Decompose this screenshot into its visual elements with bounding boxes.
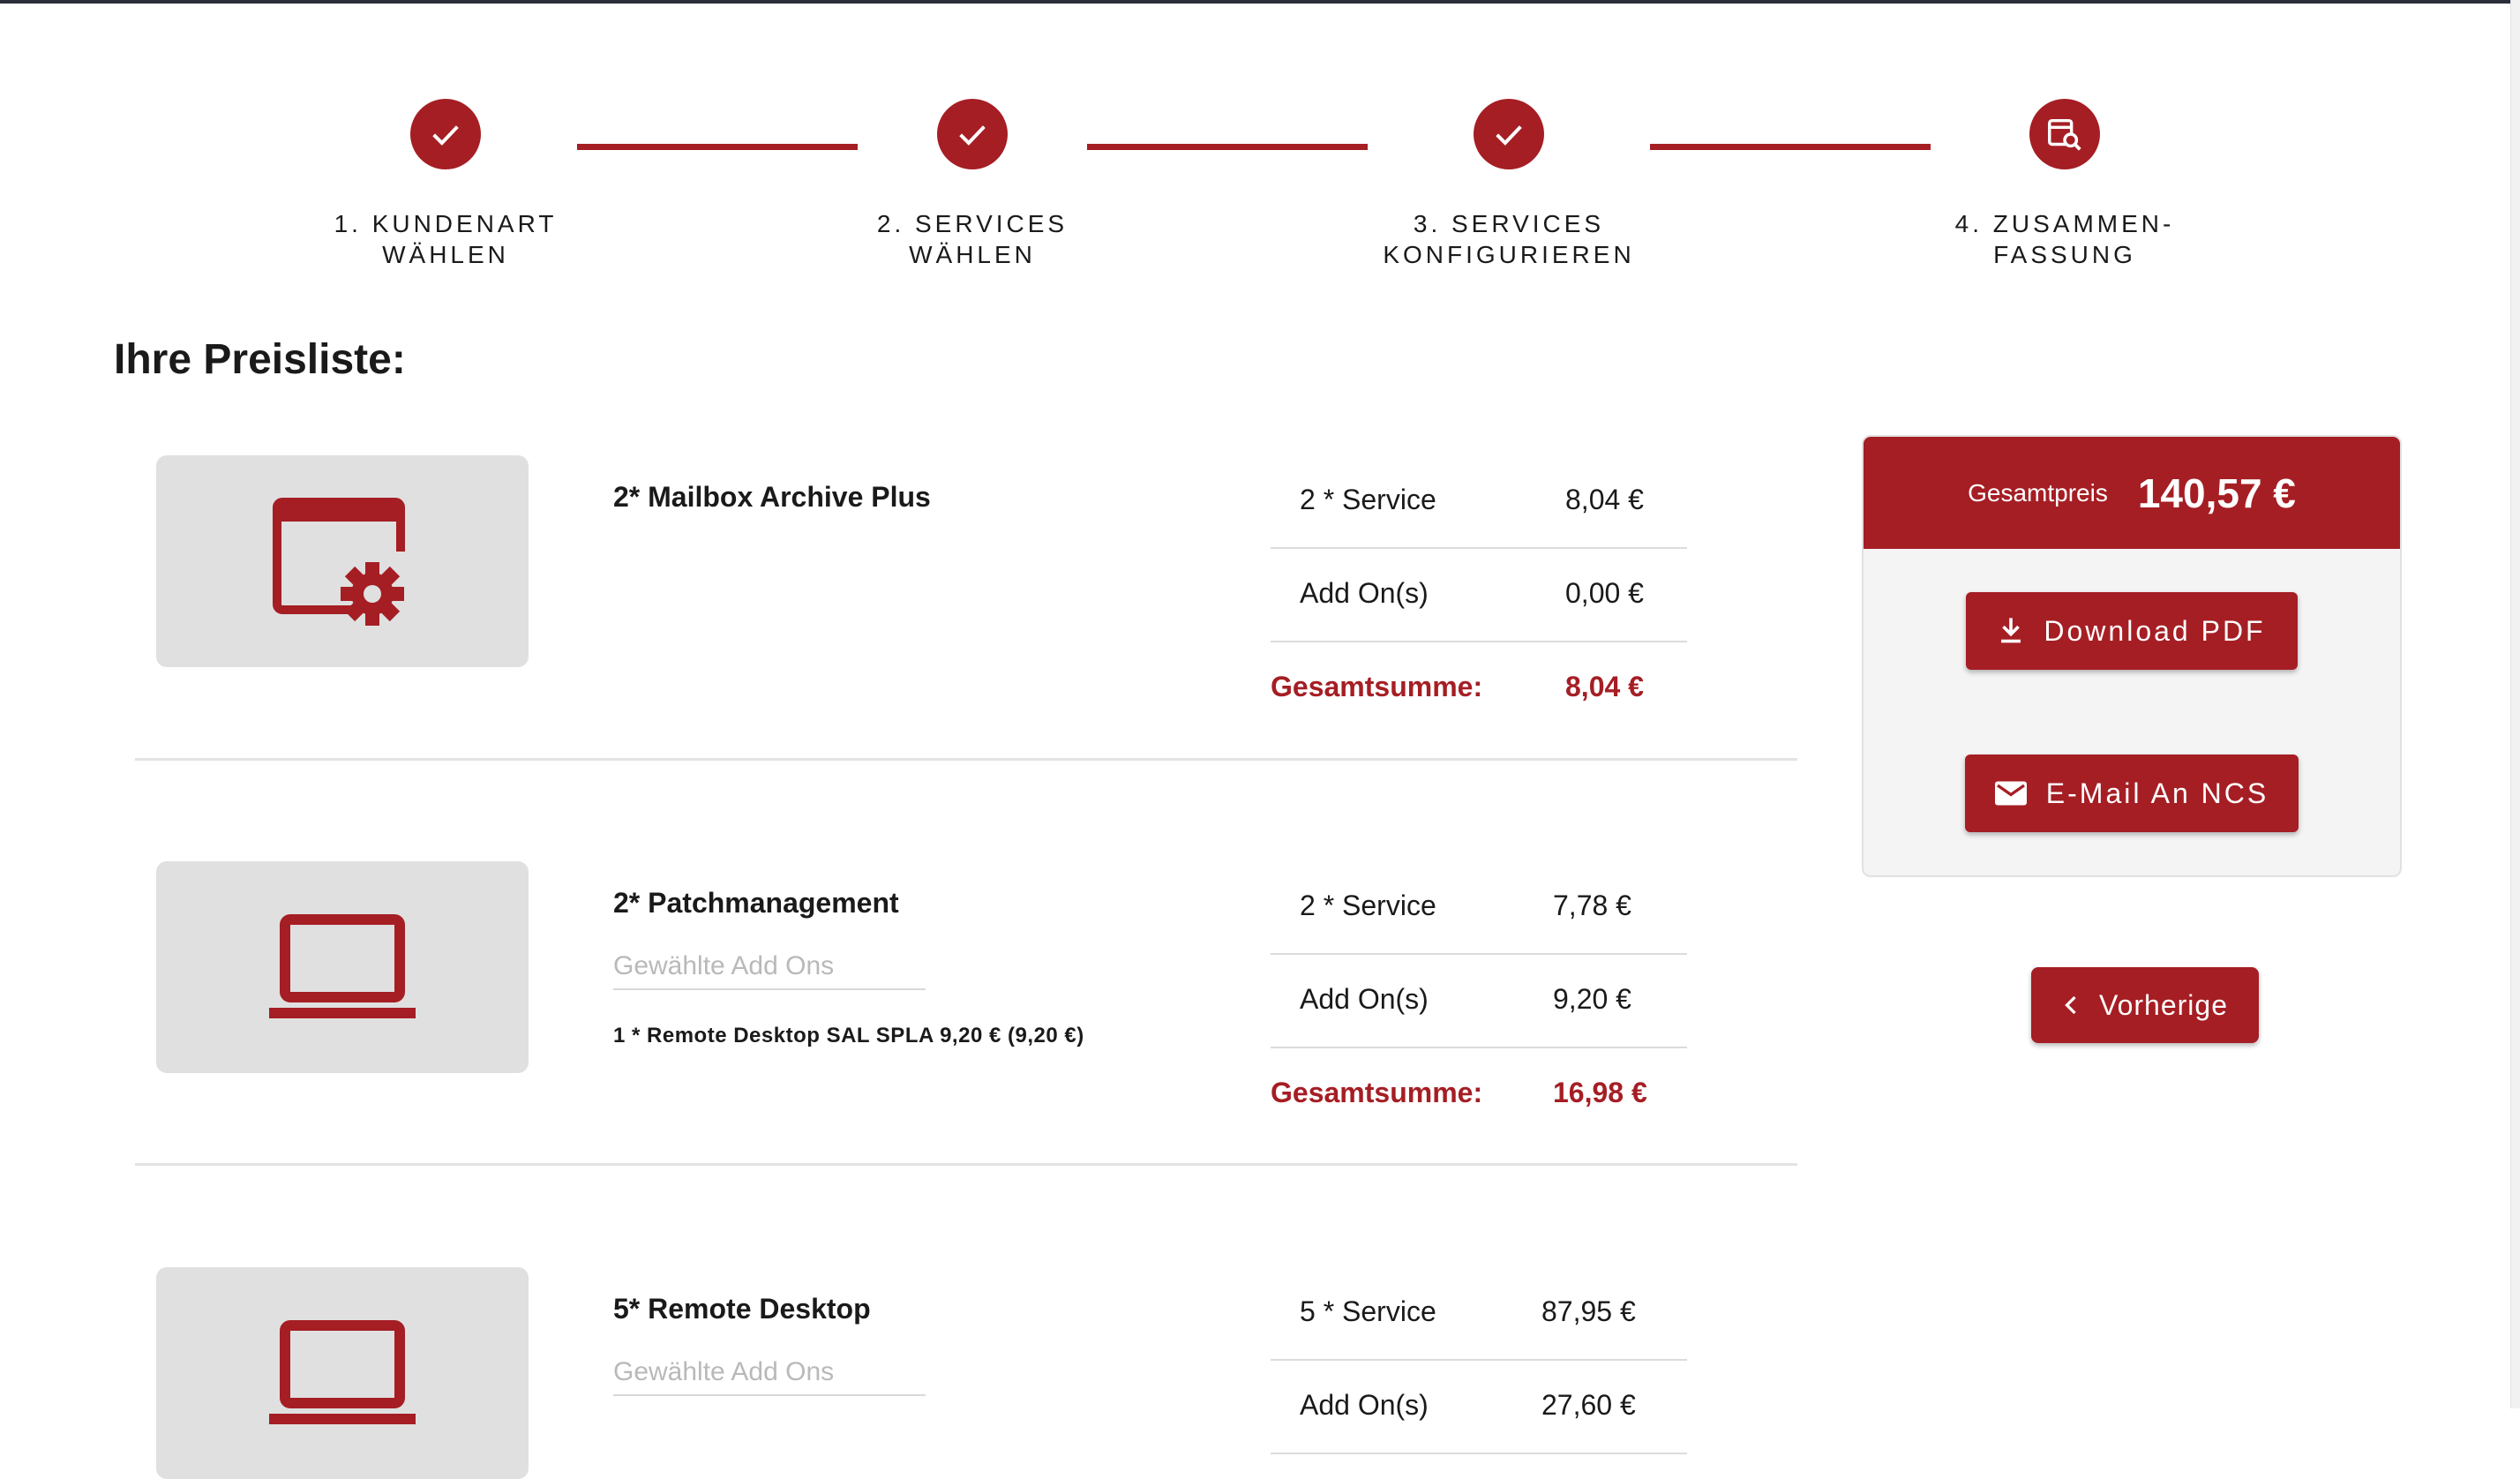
price-table: 2 * Service 7,78 € Add On(s) 9,20 € Gesa…	[1271, 861, 1687, 1137]
service-label: 2 * Service	[1300, 484, 1436, 515]
step-connector-3	[1650, 144, 1931, 150]
addon-price: 9,20 €	[1553, 983, 1631, 1015]
addon-price-row: Add On(s) 0,00 €	[1271, 549, 1687, 642]
total-row: Gesamtsumme: 8,04 €	[1271, 642, 1687, 731]
step-2[interactable]: 2. Services wählen	[831, 99, 1114, 270]
summary-header: Gesamtpreis 140,57 €	[1864, 437, 2400, 549]
check-icon	[432, 125, 459, 146]
step-connector-1	[577, 144, 858, 150]
addon-price: 0,00 €	[1565, 577, 1644, 609]
service-price-row: 5 * Service 87,95 €	[1271, 1267, 1687, 1361]
email-ncs-label: E-Mail An NCS	[2045, 777, 2269, 809]
previous-label: Vorherige	[2099, 988, 2228, 1021]
service-price: 7,78 €	[1553, 890, 1631, 921]
service-title: 5* Remote Desktop	[613, 1293, 871, 1325]
service-label: 2 * Service	[1300, 890, 1436, 921]
service-title: 2* Patchmanagement	[613, 887, 899, 919]
check-icon	[959, 125, 986, 146]
step-4-circle	[2029, 99, 2100, 169]
service-title: 2* Mailbox Archive Plus	[613, 481, 931, 513]
price-table: 2 * Service 8,04 € Add On(s) 0,00 € Gesa…	[1271, 455, 1687, 731]
service-thumbnail	[156, 1267, 529, 1479]
step-3[interactable]: 3. Services konfigurieren	[1368, 99, 1650, 270]
addon-price: 27,60 €	[1541, 1389, 1636, 1421]
window-top-border	[0, 0, 2520, 4]
total-price-value: 140,57 €	[2137, 469, 2296, 516]
scrollbar-track[interactable]	[2510, 0, 2520, 1408]
step-1-label: 1. Kundenart wählen	[334, 210, 558, 268]
download-pdf-button[interactable]: Download PDF	[1966, 592, 2298, 670]
service-price: 87,95 €	[1541, 1295, 1636, 1327]
step-1[interactable]: 1. Kundenart wählen	[304, 99, 587, 270]
step-connector-2	[1087, 144, 1368, 150]
laptop-icon	[269, 914, 416, 1018]
service-price-row: 2 * Service 8,04 €	[1271, 455, 1687, 549]
total-label: Gesamtsumme:	[1271, 1077, 1483, 1108]
download-icon	[2001, 618, 2021, 643]
total-price: 16,98 €	[1553, 1077, 1647, 1108]
service-thumbnail	[156, 455, 529, 667]
step-4[interactable]: 4. Zusammen-fassung	[1924, 99, 2206, 270]
chevron-left-icon	[2065, 995, 2076, 1015]
row-divider	[135, 1163, 1797, 1166]
service-thumbnail	[156, 861, 529, 1073]
check-icon	[1496, 125, 1522, 146]
addon-price-row: Add On(s) 9,20 €	[1271, 955, 1687, 1048]
step-1-circle	[410, 99, 481, 169]
total-row: Gesamtsumme: 16,98 €	[1271, 1048, 1687, 1137]
step-2-circle	[937, 99, 1008, 169]
addon-label: Add On(s)	[1300, 1389, 1429, 1421]
addon-label: Add On(s)	[1300, 983, 1429, 1015]
page-title: Ihre Preisliste:	[114, 336, 406, 383]
addons-select[interactable]: Gewählte Add Ons	[613, 1357, 926, 1396]
total-price: 8,04 €	[1565, 671, 1644, 702]
mail-icon	[1994, 781, 2027, 806]
step-4-label: 4. Zusammen-fassung	[1954, 210, 2175, 268]
summary-card: Gesamtpreis 140,57 € Download PDF E-Mail…	[1862, 435, 2402, 877]
addon-label: Add On(s)	[1300, 577, 1429, 609]
laptop-icon	[269, 1320, 416, 1424]
service-price-row: 2 * Service 7,78 €	[1271, 861, 1687, 955]
addon-detail: 1 * Remote Desktop SAL SPLA 9,20 € (9,20…	[613, 1024, 1084, 1047]
service-label: 5 * Service	[1300, 1295, 1436, 1327]
summary-search-icon	[2048, 118, 2081, 151]
addon-price-row: Add On(s) 27,60 €	[1271, 1361, 1687, 1454]
addons-select[interactable]: Gewählte Add Ons	[613, 951, 926, 990]
email-ncs-button[interactable]: E-Mail An NCS	[1965, 755, 2299, 832]
step-2-label: 2. Services wählen	[876, 210, 1069, 268]
row-divider	[135, 758, 1797, 761]
download-pdf-label: Download PDF	[2044, 614, 2266, 647]
total-price-label: Gesamtpreis	[1968, 478, 2108, 507]
service-price: 8,04 €	[1565, 484, 1644, 515]
price-table: 5 * Service 87,95 € Add On(s) 27,60 €	[1271, 1267, 1687, 1454]
window-settings-icon	[273, 498, 405, 626]
total-label: Gesamtsumme:	[1271, 671, 1483, 702]
step-3-label: 3. Services konfigurieren	[1383, 210, 1635, 268]
previous-button[interactable]: Vorherige	[2031, 967, 2259, 1043]
step-3-circle	[1474, 99, 1544, 169]
